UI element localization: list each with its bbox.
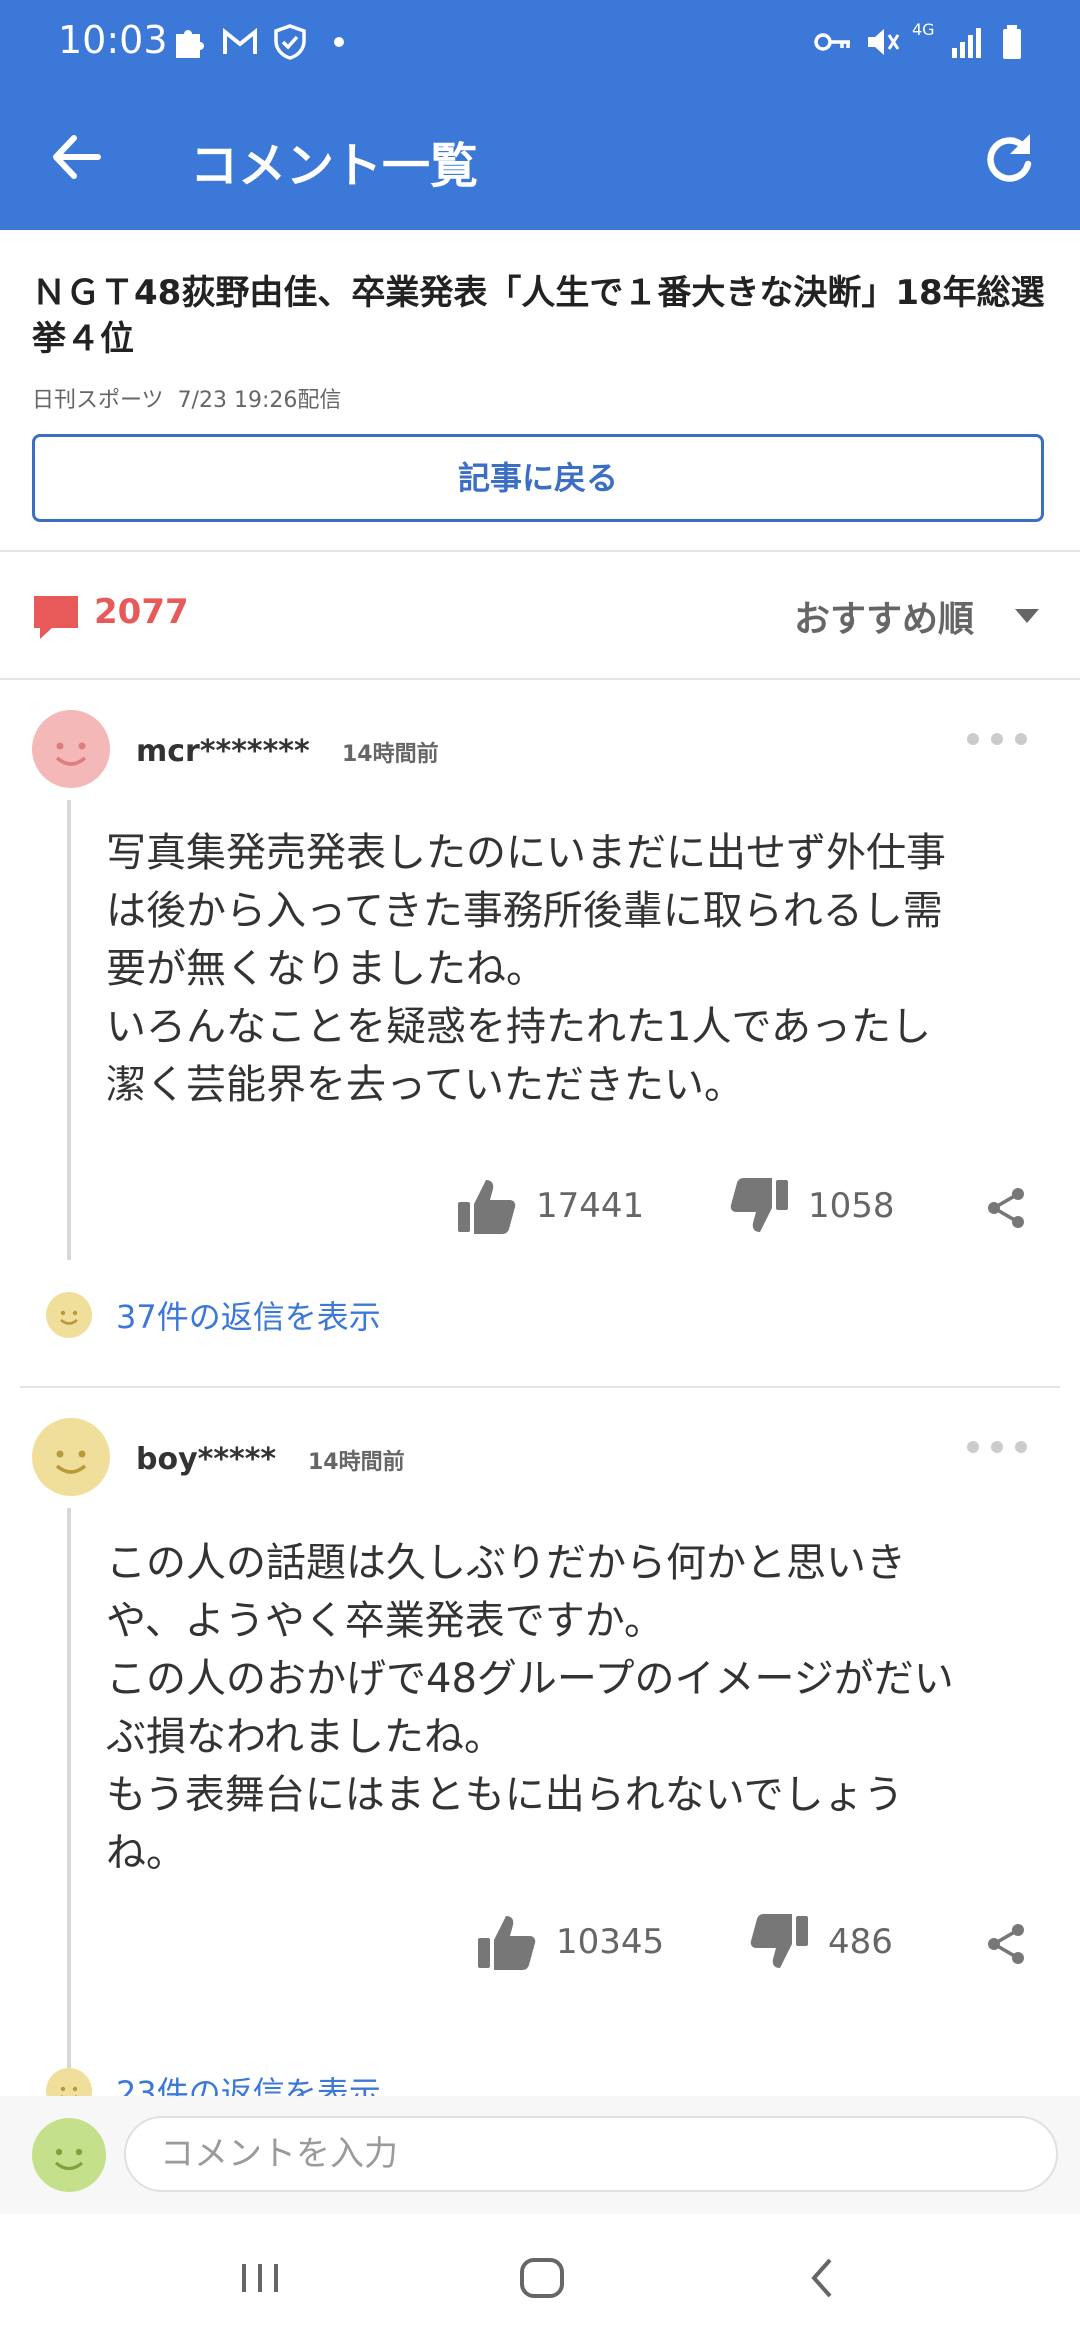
thread-line <box>67 1508 71 2068</box>
comment-bubble-icon <box>30 592 82 642</box>
share-icon[interactable] <box>984 1186 1028 1230</box>
mail-icon <box>220 22 260 62</box>
thumbs-down-icon <box>730 1178 788 1232</box>
comments-header: 2077 おすすめ順 <box>0 552 1080 680</box>
comment-line: この人のおかげで48グループのイメージがだい <box>106 1656 954 1702</box>
chevron-down-icon[interactable] <box>1014 608 1040 624</box>
comment-input[interactable]: コメントを入力 <box>124 2116 1058 2192</box>
thumbs-up-icon <box>478 1916 536 1970</box>
signal-icon <box>950 22 984 62</box>
more-options-icon[interactable] <box>964 1438 1030 1456</box>
shield-icon <box>270 22 310 62</box>
comment-line: は後から入ってきた事務所後輩に取られるし需 <box>106 888 943 934</box>
comment-line: いろんなことを疑惑を持たれた1人であったし <box>106 1004 932 1050</box>
comment-line: ね。 <box>106 1830 186 1876</box>
back-nav-icon[interactable] <box>794 2248 854 2308</box>
article-header: ＮＧＴ48荻野由佳、卒業発表「人生で１番大きな決断」18年総選挙４位 日刊スポー… <box>0 230 1080 552</box>
comment-line: や、ようやく卒業発表ですか。 <box>106 1598 664 1644</box>
sort-dropdown[interactable]: おすすめ順 <box>794 590 974 642</box>
comment-username[interactable]: boy***** <box>136 1442 276 1477</box>
dot-icon <box>332 22 346 62</box>
key-icon <box>812 22 854 62</box>
thumbs-up-icon <box>458 1180 516 1234</box>
show-replies-label[interactable]: 37件の返信を表示 <box>116 1292 381 1338</box>
share-icon[interactable] <box>984 1922 1028 1966</box>
like-count: 17441 <box>536 1186 645 1226</box>
app-bar: コメント一覧 <box>0 86 1080 230</box>
back-arrow-icon[interactable] <box>42 122 112 192</box>
avatar[interactable] <box>32 1418 110 1496</box>
comment-time: 14時間前 <box>308 1450 405 1475</box>
comment-line: もう表舞台にはまともに出られないでしょう <box>106 1772 904 1818</box>
comment-time: 14時間前 <box>342 742 439 767</box>
status-time: 10:03 <box>58 18 168 62</box>
comment-item: boy***** 14時間前 この人の話題は久しぶりだから何かと思いき や、よう… <box>0 1388 1080 2114</box>
reply-avatar <box>46 1292 92 1338</box>
avatar[interactable] <box>32 710 110 788</box>
article-source: 日刊スポーツ <box>32 388 164 413</box>
comment-username[interactable]: mcr******* <box>136 734 310 769</box>
comment-item: mcr******* 14時間前 写真集発売発表したのにいまだに出せず外仕事 は… <box>0 680 1080 1390</box>
article-meta: 日刊スポーツ 7/23 19:26配信 <box>32 382 341 414</box>
comment-line: 写真集発売発表したのにいまだに出せず外仕事 <box>106 830 946 876</box>
like-count: 10345 <box>556 1922 665 1962</box>
comment-text: 写真集発売発表したのにいまだに出せず外仕事 は後から入ってきた事務所後輩に取られ… <box>106 824 1046 1114</box>
comment-line: この人の話題は久しぶりだから何かと思いき <box>106 1540 906 1586</box>
comment-line: 要が無くなりましたね。 <box>106 946 546 992</box>
my-avatar <box>32 2118 106 2192</box>
network-type: 4G <box>912 20 935 39</box>
puzzle-icon <box>170 22 210 62</box>
thumbs-down-icon <box>750 1914 808 1968</box>
comment-text: この人の話題は久しぶりだから何かと思いき や、ようやく卒業発表ですか。 この人の… <box>106 1534 1046 1882</box>
comment-line: 潔く芸能界を去っていただきたい。 <box>106 1062 744 1108</box>
article-date: 7/23 19:26配信 <box>177 388 342 413</box>
back-to-article-button[interactable]: 記事に戻る <box>32 434 1044 522</box>
like-button[interactable]: 10345 <box>476 1912 664 1972</box>
comment-line: ぶ損なわれましたね。 <box>106 1714 504 1760</box>
page-title: コメント一覧 <box>190 138 479 194</box>
status-bar: 10:03 4G <box>0 0 1080 86</box>
more-options-icon[interactable] <box>964 730 1030 748</box>
like-button[interactable]: 17441 <box>456 1176 644 1236</box>
dislike-button[interactable]: 1058 <box>728 1176 895 1236</box>
battery-icon <box>1000 22 1024 62</box>
thread-line <box>67 800 71 1260</box>
article-headline[interactable]: ＮＧＴ48荻野由佳、卒業発表「人生で１番大きな決断」18年総選挙４位 <box>32 270 1052 362</box>
refresh-icon[interactable] <box>974 122 1044 192</box>
comment-input-bar: コメントを入力 <box>0 2096 1080 2214</box>
system-nav-bar <box>0 2214 1080 2340</box>
recent-apps-icon[interactable] <box>230 2248 290 2308</box>
show-replies-link[interactable]: 37件の返信を表示 <box>46 1292 381 1338</box>
comment-count: 2077 <box>94 592 189 632</box>
dislike-button[interactable]: 486 <box>748 1912 893 1972</box>
mute-icon <box>862 22 902 62</box>
home-icon[interactable] <box>512 2248 572 2308</box>
dislike-count: 486 <box>828 1922 893 1962</box>
dislike-count: 1058 <box>808 1186 895 1226</box>
